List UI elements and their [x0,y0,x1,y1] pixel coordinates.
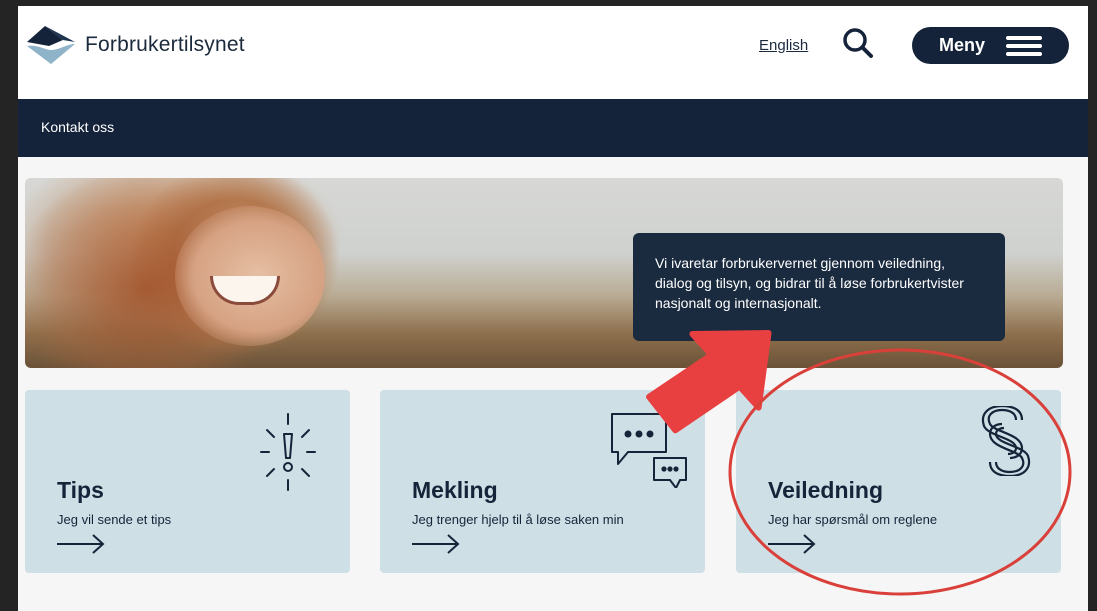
hero-banner: Vi ivaretar forbrukervernet gjennom veil… [25,178,1063,368]
arrow-right-icon [57,534,105,554]
page: Forbrukertilsynet English Meny Kontakt o… [18,6,1088,611]
card-title: Tips [57,477,104,503]
card-mekling[interactable]: Mekling Jeg trenger hjelp til å løse sak… [380,390,705,573]
exclamation-burst-icon [260,413,316,491]
arrow-right-icon [412,534,460,554]
card-description: Jeg har spørsmål om reglene [768,512,938,527]
hero-caption: Vi ivaretar forbrukervernet gjennom veil… [633,233,1005,341]
menu-label: Meny [939,35,986,55]
card-title: Mekling [412,477,498,503]
arrow-right-icon [768,534,816,554]
search-icon[interactable] [841,26,875,60]
hamburger-icon [1006,36,1042,56]
screen-edge-left [0,0,18,611]
secondary-nav: Kontakt oss [18,99,1088,157]
site-name[interactable]: Forbrukertilsynet [85,33,245,57]
card-title: Veiledning [768,477,884,503]
contact-link[interactable]: Kontakt oss [41,119,114,135]
site-header: Forbrukertilsynet English Meny [18,6,1088,99]
paragraph-icon [981,406,1031,476]
menu-button[interactable]: Meny [912,27,1069,64]
chat-bubbles-icon [611,413,687,488]
logo-icon[interactable] [23,20,79,68]
screen-edge-right [1088,0,1097,611]
language-link[interactable]: English [759,37,808,54]
card-veiledning[interactable]: Veiledning Jeg har spørsmål om reglene [736,390,1061,573]
card-tips[interactable]: Tips Jeg vil sende et tips [25,390,350,573]
card-description: Jeg vil sende et tips [57,512,172,527]
card-description: Jeg trenger hjelp til å løse saken min [412,512,624,527]
